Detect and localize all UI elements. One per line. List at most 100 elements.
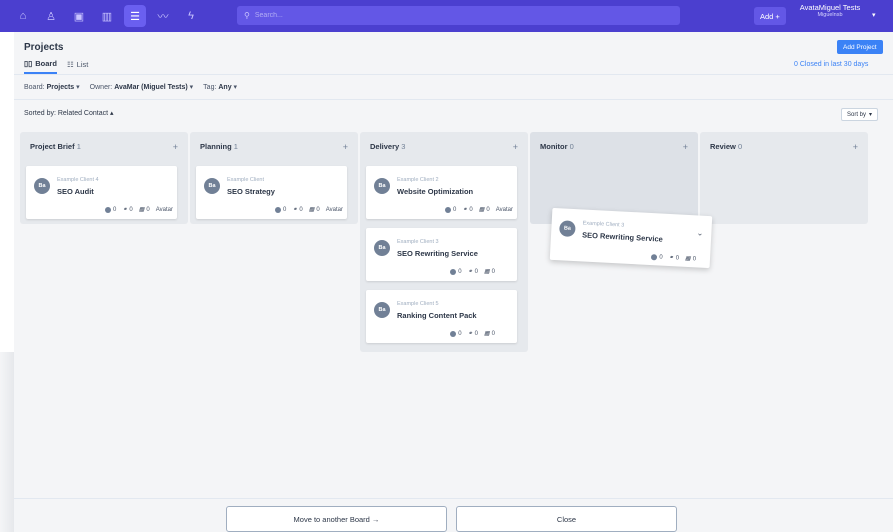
footer-divider (14, 498, 893, 499)
views-count: 0 (105, 206, 116, 213)
notes-count: ▦ 0 (478, 206, 490, 214)
list-icon: ☷ (66, 60, 74, 69)
search-bar[interactable]: ⚲ (237, 6, 680, 25)
card-client: Example Client 5 (397, 301, 439, 307)
project-card[interactable]: Ba Example Client 4 SEO Audit 0 ⚭ 0 ▦ 0 Av… (26, 166, 177, 219)
owner-filter[interactable]: Owner: AvaMar (Miguel Tests) ▾ (90, 83, 194, 91)
tag-filter[interactable]: Tag: Any ▾ (203, 83, 237, 91)
notes-count: ▦ 0 (483, 330, 495, 338)
top-nav-bar: ⌂ ♙ ▣ ▥ ☰ 〰 ϟ ⚲ Add + AvataMiguel Tests … (0, 0, 893, 32)
views-count: 0 (450, 330, 462, 337)
notes-count: ▦ 0 (308, 206, 320, 214)
card-client: Example Client 4 (57, 177, 99, 183)
avatar: Ba (204, 178, 220, 194)
closed-projects-link[interactable]: 0 Closed in last 30 days (794, 61, 868, 68)
avatar: Ba (374, 302, 390, 318)
note-icon: ▦ (308, 207, 315, 213)
notes-count: ▦ 0 (483, 268, 495, 276)
link-icon: ⚭ (292, 207, 298, 213)
eye-icon (105, 206, 112, 213)
divider (14, 99, 893, 100)
trend-icon[interactable]: 〰 (152, 5, 174, 27)
add-card-icon[interactable]: + (853, 142, 858, 152)
card-client: Example Client 2 (397, 177, 439, 183)
column-title: Project Brief 1 (30, 142, 81, 151)
card-client: Example Client 3 (397, 239, 439, 245)
notes-count: ▦ 0 (138, 206, 150, 214)
tab-list[interactable]: ☷ List (67, 59, 88, 74)
eye-icon (450, 330, 457, 337)
avatar: Ba (34, 178, 50, 194)
column-title: Delivery 3 (370, 142, 406, 151)
chart-icon[interactable]: ▥ (96, 5, 118, 27)
links-count: ⚭ 0 (668, 254, 680, 262)
add-card-icon[interactable]: + (173, 142, 178, 152)
column-review: Review 0 + (700, 132, 868, 224)
avatar: Ba (374, 240, 390, 256)
owner-filter-label: Owner: (89, 84, 113, 91)
tab-list-label: List (76, 60, 89, 69)
tab-board[interactable]: ▯▯ Board (24, 59, 57, 74)
card-meta: 0 ⚭ 0 ▦ 0 (450, 330, 495, 337)
note-icon: ▦ (483, 269, 490, 275)
nav-icons: ⌂ ♙ ▣ ▥ ☰ 〰 ϟ (12, 5, 202, 27)
card-meta: 0 ⚭ 0 ▦ 0 Avatar (105, 206, 173, 213)
user-caret-icon[interactable]: ▾ (872, 11, 876, 19)
home-icon[interactable]: ⌂ (12, 5, 34, 27)
note-icon: ▦ (684, 255, 691, 263)
note-icon: ▦ (483, 331, 490, 337)
views-count: 0 (275, 206, 286, 213)
tab-board-label: Board (35, 59, 57, 68)
close-button[interactable]: Close (456, 506, 677, 532)
column-delivery: Delivery 3 + Ba Example Client 2 Website… (360, 132, 528, 352)
avatar: Ba (558, 220, 576, 238)
board-filter-value: Projects (46, 84, 75, 91)
add-button[interactable]: Add + (754, 7, 786, 25)
divider (14, 74, 893, 75)
board-filter[interactable]: Board: Projects ▾ (24, 83, 80, 91)
project-card[interactable]: Ba Example Client 3 SEO Rewriting Servic… (366, 228, 517, 281)
user-icon[interactable]: ♙ (40, 5, 62, 27)
lightning-icon[interactable]: ϟ (180, 5, 202, 27)
card-meta: 0 ⚭ 0 ▦ 0 (651, 253, 696, 262)
links-count: ⚭ 0 (292, 206, 303, 214)
links-count: ⚭ 0 (462, 206, 473, 214)
card-title: SEO Strategy (227, 187, 275, 196)
views-count: 0 (651, 253, 663, 260)
project-card[interactable]: Ba Example Client 2 Website Optimization… (366, 166, 517, 219)
board-icon[interactable]: ☰ (124, 5, 146, 27)
column-header: Planning 1 + (190, 132, 358, 152)
search-input[interactable] (254, 12, 655, 19)
left-edge (0, 32, 14, 352)
card-title: SEO Rewriting Service (581, 230, 664, 244)
card-meta: 0 ⚭ 0 ▦ 0 Avatar (275, 206, 343, 213)
project-card[interactable]: Ba Example Client SEO Strategy 0 ⚭ 0 ▦ 0 A… (196, 166, 347, 219)
sorted-by-toggle[interactable]: Sorted by: Related Contact ▴ (24, 109, 114, 117)
add-card-icon[interactable]: + (343, 142, 348, 152)
views-count: 0 (445, 206, 456, 213)
card-title: SEO Rewriting Service (397, 249, 478, 258)
note-icon: ▦ (478, 207, 485, 213)
links-count: ⚭ 0 (467, 330, 478, 338)
user-menu[interactable]: AvataMiguel Tests Miguelnsb (790, 3, 870, 18)
assignee: Avatar (155, 206, 173, 213)
move-to-board-button[interactable]: Move to another Board → (226, 506, 447, 532)
link-icon: ⚭ (467, 331, 473, 337)
calendar-icon[interactable]: ▣ (68, 5, 90, 27)
add-card-icon[interactable]: + (513, 142, 518, 152)
owner-filter-value: AvaMar (Miguel Tests) (114, 84, 188, 91)
add-card-icon[interactable]: + (683, 142, 688, 152)
sort-by-dropdown[interactable]: Sort by ▾ (841, 108, 879, 121)
chevron-down-icon[interactable]: ⌄ (696, 228, 703, 237)
view-tabs: ▯▯ Board ☷ List (24, 59, 88, 74)
board-filter-label: Board: (24, 84, 45, 91)
eye-icon (275, 206, 282, 213)
projects-panel: Projects Add Project ▯▯ Board ☷ List 0 C… (14, 32, 893, 532)
avatar: Ba (374, 178, 390, 194)
card-client: Example Client 3 (582, 220, 625, 229)
dragged-project-card[interactable]: Ba Example Client 3 SEO Rewriting Servic… (549, 207, 713, 269)
project-card[interactable]: Ba Example Client 5 Ranking Content Pack… (366, 290, 517, 343)
add-project-button[interactable]: Add Project (837, 40, 883, 54)
column-project-brief: Project Brief 1 + Ba Example Client 4 SE… (20, 132, 188, 224)
card-title: Ranking Content Pack (397, 311, 477, 320)
